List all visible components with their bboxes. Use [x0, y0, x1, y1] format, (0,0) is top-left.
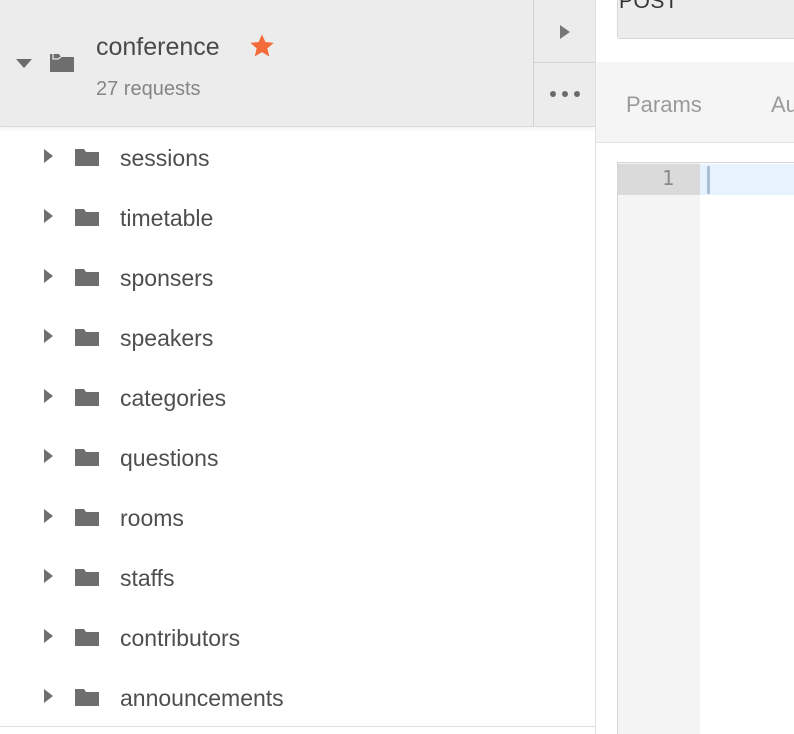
folder-row[interactable]: timetable: [0, 187, 595, 247]
folder-label: timetable: [120, 205, 214, 231]
folder-icon: [75, 449, 99, 466]
folder-row[interactable]: sessions: [0, 127, 595, 187]
line-number: 1: [661, 166, 674, 190]
collection-header[interactable]: conference 27 requests: [0, 0, 595, 127]
caret-right-icon[interactable]: [44, 149, 53, 163]
folder-row[interactable]: contributors: [0, 607, 595, 667]
caret-right-icon[interactable]: [44, 509, 53, 523]
folder-label: staffs: [120, 565, 175, 591]
folder-icon: [75, 569, 99, 586]
folder-icon: [75, 149, 99, 166]
folder-label: announcements: [120, 685, 284, 711]
folder-icon: [75, 689, 99, 706]
active-line-highlight: [700, 164, 794, 195]
folder-list: sessions timetable sponsers speakers cat…: [0, 127, 595, 727]
folder-icon: [75, 269, 99, 286]
tab-params[interactable]: Params: [626, 90, 702, 120]
chevron-right-icon: [560, 25, 570, 39]
more-horizontal-icon: [574, 91, 580, 97]
caret-right-icon[interactable]: [44, 629, 53, 643]
folder-label: categories: [120, 385, 227, 411]
collection-name: conference: [96, 33, 220, 61]
folder-icon: [50, 54, 74, 72]
caret-right-icon[interactable]: [44, 209, 53, 223]
request-tabs: Params Au: [596, 62, 794, 143]
caret-right-icon[interactable]: [44, 689, 53, 703]
line-gutter: 1: [618, 163, 700, 734]
folder-label: sessions: [120, 145, 210, 171]
caret-down-icon[interactable]: [16, 59, 32, 68]
divider: [0, 726, 595, 727]
sidebar: conference 27 requests sessions timetabl: [0, 0, 596, 734]
star-icon[interactable]: [248, 32, 276, 60]
folder-row[interactable]: categories: [0, 367, 595, 427]
folder-icon: [75, 629, 99, 646]
folder-icon: [75, 209, 99, 226]
folder-row[interactable]: announcements: [0, 667, 595, 727]
caret-right-icon[interactable]: [44, 389, 53, 403]
folder-label: questions: [120, 445, 219, 471]
caret-right-icon[interactable]: [44, 329, 53, 343]
caret-right-icon[interactable]: [44, 269, 53, 283]
folder-row[interactable]: speakers: [0, 307, 595, 367]
folder-row[interactable]: rooms: [0, 487, 595, 547]
folder-row[interactable]: sponsers: [0, 247, 595, 307]
more-actions-button[interactable]: [534, 63, 595, 126]
caret-right-icon[interactable]: [44, 569, 53, 583]
folder-label: speakers: [120, 325, 214, 351]
expand-collection-button[interactable]: [534, 0, 595, 63]
folder-icon: [75, 389, 99, 406]
method-label: POST: [619, 0, 679, 13]
body-editor[interactable]: 1: [617, 162, 794, 734]
folder-icon: [75, 509, 99, 526]
text-cursor: [707, 166, 710, 194]
folder-row[interactable]: staffs: [0, 547, 595, 607]
tab-authorization[interactable]: Au: [771, 90, 794, 120]
folder-row[interactable]: questions: [0, 427, 595, 487]
request-count: 27 requests: [96, 78, 201, 100]
request-panel: POST Params Au 1: [596, 0, 794, 734]
caret-right-icon[interactable]: [44, 449, 53, 463]
more-horizontal-icon: [550, 91, 556, 97]
folder-label: sponsers: [120, 265, 214, 291]
collection-actions: [533, 0, 595, 126]
more-horizontal-icon: [562, 91, 568, 97]
folder-label: rooms: [120, 505, 184, 531]
folder-label: contributors: [120, 625, 241, 651]
folder-icon: [75, 329, 99, 346]
